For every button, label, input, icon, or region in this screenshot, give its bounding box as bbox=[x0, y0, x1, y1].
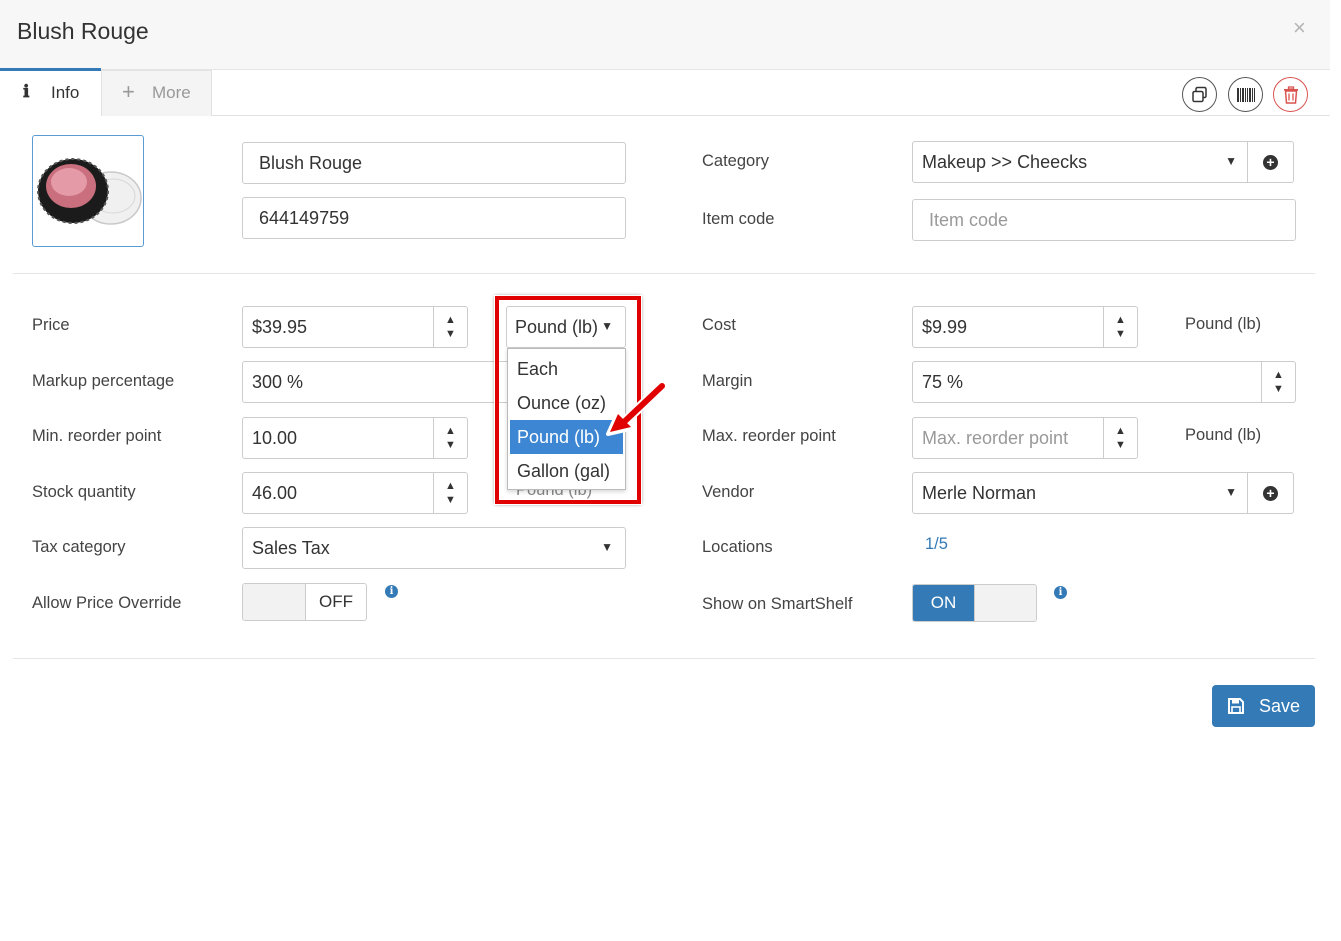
tab-info[interactable]: ℹ Info bbox=[0, 68, 101, 116]
plus-circle-icon: + bbox=[1263, 154, 1278, 170]
locations-label: Locations bbox=[702, 538, 773, 556]
chevron-down-icon: ▼ bbox=[601, 540, 613, 554]
markup-label: Markup percentage bbox=[32, 372, 175, 390]
toggle-on-label: ON bbox=[913, 585, 974, 621]
min-reorder-stepper[interactable]: ▲ ▼ bbox=[433, 417, 467, 459]
tab-info-label: Info bbox=[51, 83, 80, 102]
cost-value: $9.99 bbox=[922, 316, 968, 337]
min-reorder-label: Min. reorder point bbox=[32, 427, 162, 445]
tab-more-label: More bbox=[152, 83, 191, 102]
item-name-input[interactable]: Blush Rouge bbox=[242, 142, 626, 184]
cost-unit-label: Pound (lb) bbox=[1185, 315, 1262, 333]
margin-input[interactable]: 75 % ▲ ▼ bbox=[912, 361, 1296, 403]
max-reorder-unit-label: Pound (lb) bbox=[1185, 426, 1262, 444]
info-icon[interactable]: i bbox=[1054, 586, 1067, 599]
item-code-input[interactable]: Item code bbox=[912, 199, 1296, 241]
chevron-down-icon: ▼ bbox=[1225, 154, 1237, 168]
section-divider bbox=[13, 273, 1315, 274]
min-reorder-value: 10.00 bbox=[252, 427, 298, 448]
barcode-icon bbox=[1236, 87, 1255, 102]
footer-divider bbox=[13, 658, 1315, 659]
price-override-toggle[interactable]: OFF bbox=[242, 583, 367, 621]
tax-category-value: Sales Tax bbox=[252, 537, 330, 558]
add-category-button[interactable]: + bbox=[1248, 141, 1294, 183]
compact-image bbox=[37, 158, 142, 225]
save-label: Save bbox=[1258, 695, 1301, 716]
category-select[interactable]: Makeup >> Cheecks ▼ bbox=[912, 141, 1248, 183]
floppy-disk-icon bbox=[1227, 698, 1244, 714]
stock-value: 46.00 bbox=[252, 482, 298, 503]
chevron-down-icon: ▼ bbox=[1225, 485, 1237, 499]
toggle-handle bbox=[974, 585, 1036, 621]
tax-category-select[interactable]: Sales Tax ▼ bbox=[242, 527, 626, 569]
info-icon: ℹ bbox=[23, 82, 30, 102]
save-button[interactable]: Save bbox=[1212, 685, 1315, 727]
item-number-input[interactable]: 644149759 bbox=[242, 197, 626, 239]
vendor-label: Vendor bbox=[702, 483, 755, 501]
max-reorder-placeholder: Max. reorder point bbox=[922, 427, 1069, 448]
smartshelf-toggle[interactable]: ON bbox=[912, 584, 1037, 622]
price-label: Price bbox=[32, 316, 70, 334]
barcode-button[interactable] bbox=[1228, 77, 1263, 112]
vendor-value: Merle Norman bbox=[922, 482, 1037, 503]
margin-value: 75 % bbox=[922, 371, 964, 392]
trash-icon bbox=[1283, 85, 1298, 104]
price-override-label: Allow Price Override bbox=[32, 594, 182, 612]
cost-input[interactable]: $9.99 ▲ ▼ bbox=[912, 306, 1138, 348]
max-reorder-stepper[interactable]: ▲ ▼ bbox=[1103, 417, 1137, 459]
copy-icon bbox=[1191, 86, 1207, 102]
plus-icon: + bbox=[122, 79, 135, 104]
tax-category-label: Tax category bbox=[32, 538, 126, 556]
product-image[interactable] bbox=[32, 135, 144, 247]
add-vendor-button[interactable]: + bbox=[1248, 472, 1294, 514]
margin-label: Margin bbox=[702, 372, 753, 390]
max-reorder-label: Max. reorder point bbox=[702, 427, 836, 445]
margin-stepper[interactable]: ▲ ▼ bbox=[1261, 361, 1295, 403]
price-value: $39.95 bbox=[252, 316, 308, 337]
info-icon[interactable]: i bbox=[385, 585, 398, 598]
category-label: Category bbox=[702, 152, 769, 170]
category-value: Makeup >> Cheecks bbox=[922, 151, 1088, 172]
min-reorder-input[interactable]: 10.00 ▲ ▼ bbox=[242, 417, 468, 459]
item-code-label: Item code bbox=[702, 210, 775, 228]
close-icon[interactable]: × bbox=[1293, 15, 1306, 41]
annotation-arrow-icon bbox=[606, 381, 667, 436]
vendor-select[interactable]: Merle Norman ▼ bbox=[912, 472, 1248, 514]
locations-link[interactable]: 1/5 bbox=[925, 535, 948, 554]
stock-input[interactable]: 46.00 ▲ ▼ bbox=[242, 472, 468, 514]
price-stepper[interactable]: ▲ ▼ bbox=[433, 306, 467, 348]
stock-label: Stock quantity bbox=[32, 483, 136, 501]
smartshelf-label: Show on SmartShelf bbox=[702, 595, 853, 613]
delete-button[interactable] bbox=[1273, 77, 1308, 112]
toggle-handle bbox=[243, 584, 306, 620]
cost-stepper[interactable]: ▲ ▼ bbox=[1103, 306, 1137, 348]
tab-more[interactable]: + More bbox=[101, 70, 212, 116]
modal-header bbox=[0, 0, 1330, 70]
stock-stepper[interactable]: ▲ ▼ bbox=[433, 472, 467, 514]
modal-title: Blush Rouge bbox=[17, 18, 149, 44]
duplicate-button[interactable] bbox=[1182, 77, 1217, 112]
price-input[interactable]: $39.95 ▲ ▼ bbox=[242, 306, 468, 348]
plus-circle-icon: + bbox=[1263, 485, 1278, 501]
max-reorder-input[interactable]: Max. reorder point ▲ ▼ bbox=[912, 417, 1138, 459]
cost-label: Cost bbox=[702, 316, 736, 334]
toggle-off-label: OFF bbox=[319, 592, 353, 611]
